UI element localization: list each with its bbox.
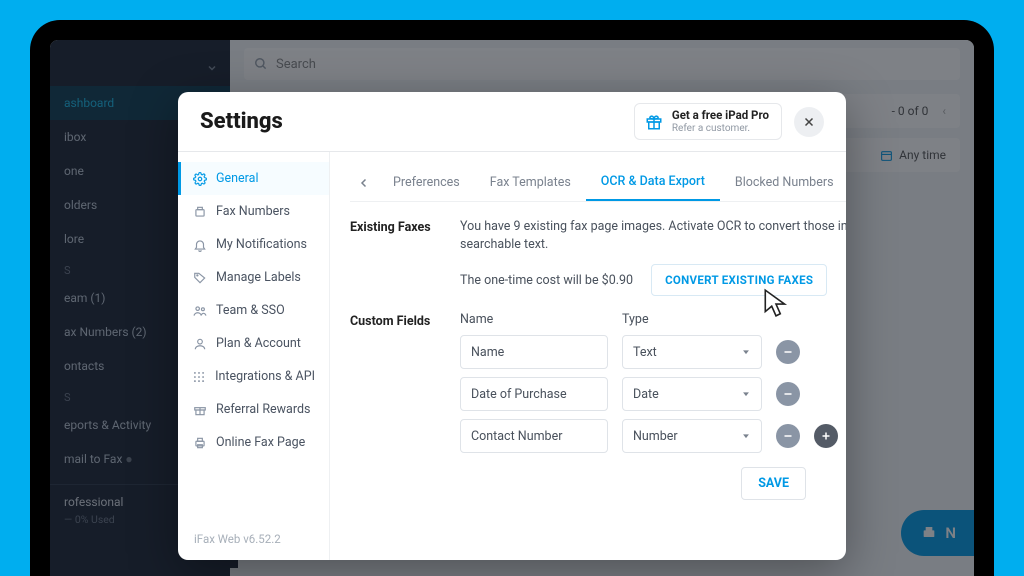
minus-icon: [782, 430, 794, 442]
minus-icon: [782, 346, 794, 358]
nav-general[interactable]: General: [178, 162, 329, 195]
nav-fax-numbers[interactable]: Fax Numbers: [178, 195, 329, 228]
column-name-header: Name: [460, 312, 608, 327]
custom-fields-label: Custom Fields: [350, 312, 446, 500]
close-icon: [803, 116, 815, 128]
settings-tabs: Preferences Fax Templates OCR & Data Exp…: [350, 164, 846, 202]
remove-field-button[interactable]: [776, 424, 800, 448]
nav-referral[interactable]: Referral Rewards: [178, 393, 329, 426]
people-icon: [193, 304, 207, 318]
cost-text: The one-time cost will be $0.90: [460, 273, 633, 288]
plus-icon: [820, 430, 832, 442]
existing-faxes-label: Existing Faxes: [350, 218, 446, 296]
nav-labels[interactable]: Manage Labels: [178, 261, 329, 294]
tab-preferences[interactable]: Preferences: [378, 164, 475, 201]
nav-plan[interactable]: Plan & Account: [178, 327, 329, 360]
tabs-prev[interactable]: [350, 177, 378, 189]
nav-team[interactable]: Team & SSO: [178, 294, 329, 327]
minus-icon: [782, 388, 794, 400]
gift-icon: [645, 113, 663, 131]
add-field-button[interactable]: [814, 424, 838, 448]
field-row: Text: [460, 335, 846, 369]
field-name-input[interactable]: [460, 377, 608, 411]
caret-down-icon: [741, 347, 751, 357]
nav-onlinefax[interactable]: Online Fax Page: [178, 426, 329, 459]
gift-icon: [193, 403, 207, 417]
gear-icon: [193, 172, 207, 186]
tab-ocr-export[interactable]: OCR & Data Export: [586, 164, 720, 201]
field-row: Date: [460, 377, 846, 411]
field-name-input[interactable]: [460, 335, 608, 369]
field-type-select[interactable]: Date: [622, 377, 762, 411]
tab-fax-templates[interactable]: Fax Templates: [475, 164, 586, 201]
printer-icon: [193, 436, 207, 450]
settings-modal: Settings Get a free iPad Pro Refer a cus…: [178, 92, 846, 560]
bell-icon: [193, 238, 207, 252]
user-icon: [193, 337, 207, 351]
tag-icon: [193, 271, 207, 285]
field-row: Number: [460, 419, 846, 453]
convert-existing-button[interactable]: CONVERT EXISTING FAXES: [651, 264, 827, 296]
save-button[interactable]: SAVE: [741, 467, 806, 500]
referral-promo[interactable]: Get a free iPad Pro Refer a customer.: [634, 103, 782, 139]
modal-title: Settings: [200, 109, 283, 134]
close-button[interactable]: [794, 107, 824, 137]
remove-field-button[interactable]: [776, 382, 800, 406]
nav-notifications[interactable]: My Notifications: [178, 228, 329, 261]
caret-down-icon: [741, 389, 751, 399]
caret-down-icon: [741, 431, 751, 441]
fax-icon: [193, 205, 207, 219]
remove-field-button[interactable]: [776, 340, 800, 364]
settings-side-nav: General Fax Numbers My Notifications Man…: [178, 152, 330, 560]
field-name-input[interactable]: [460, 419, 608, 453]
nav-integrations[interactable]: Integrations & API: [178, 360, 329, 393]
grid-icon: [192, 370, 206, 384]
chevron-left-icon: [358, 177, 370, 189]
app-version: iFax Web v6.52.2: [178, 524, 329, 554]
field-type-select[interactable]: Text: [622, 335, 762, 369]
field-type-select[interactable]: Number: [622, 419, 762, 453]
tab-blocked[interactable]: Blocked Numbers: [720, 164, 846, 201]
existing-faxes-text: You have 9 existing fax page images. Act…: [460, 218, 846, 254]
column-type-header: Type: [622, 312, 762, 327]
